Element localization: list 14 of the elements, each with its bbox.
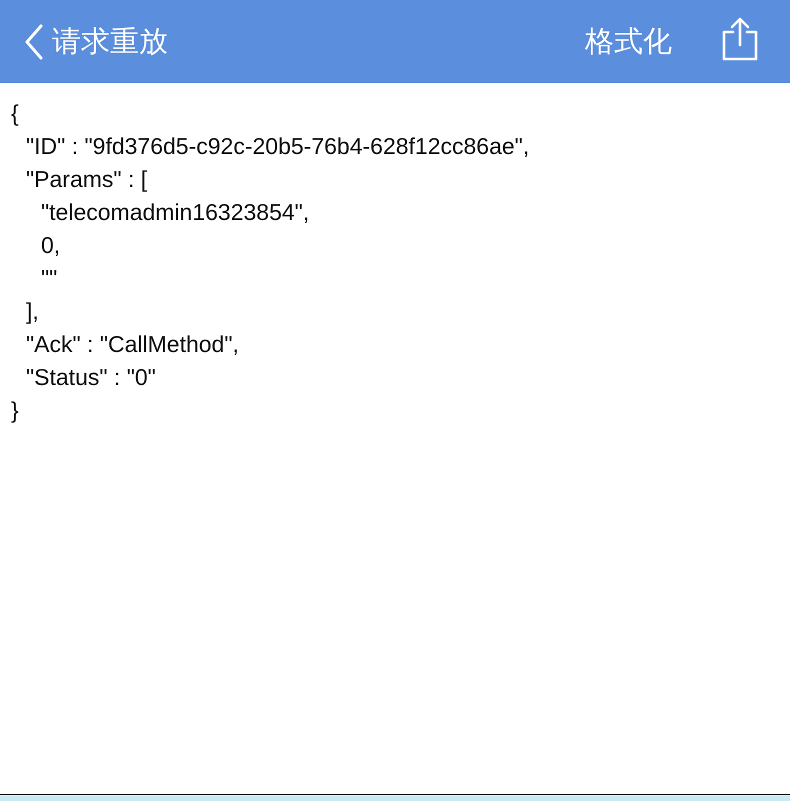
code-line: "ID" : "9fd376d5-c92c-20b5-76b4-628f12cc86ae", — [26, 133, 530, 159]
code-line: 0, — [41, 232, 60, 258]
share-icon[interactable] — [720, 16, 760, 60]
code-line: "telecomadmin16323854", — [41, 199, 310, 225]
code-line: "" — [41, 265, 58, 291]
code-line: "Params" : [ — [26, 166, 148, 192]
code-line: "Status" : "0" — [26, 364, 156, 390]
back-chevron-icon — [24, 24, 44, 60]
code-line: ], — [26, 298, 39, 324]
format-button[interactable]: 格式化 — [585, 22, 672, 62]
code-line: { — [11, 100, 19, 126]
code-line: } — [11, 397, 19, 423]
back-button[interactable]: 请求重放 — [24, 22, 168, 62]
code-line: "Ack" : "CallMethod", — [26, 331, 239, 357]
